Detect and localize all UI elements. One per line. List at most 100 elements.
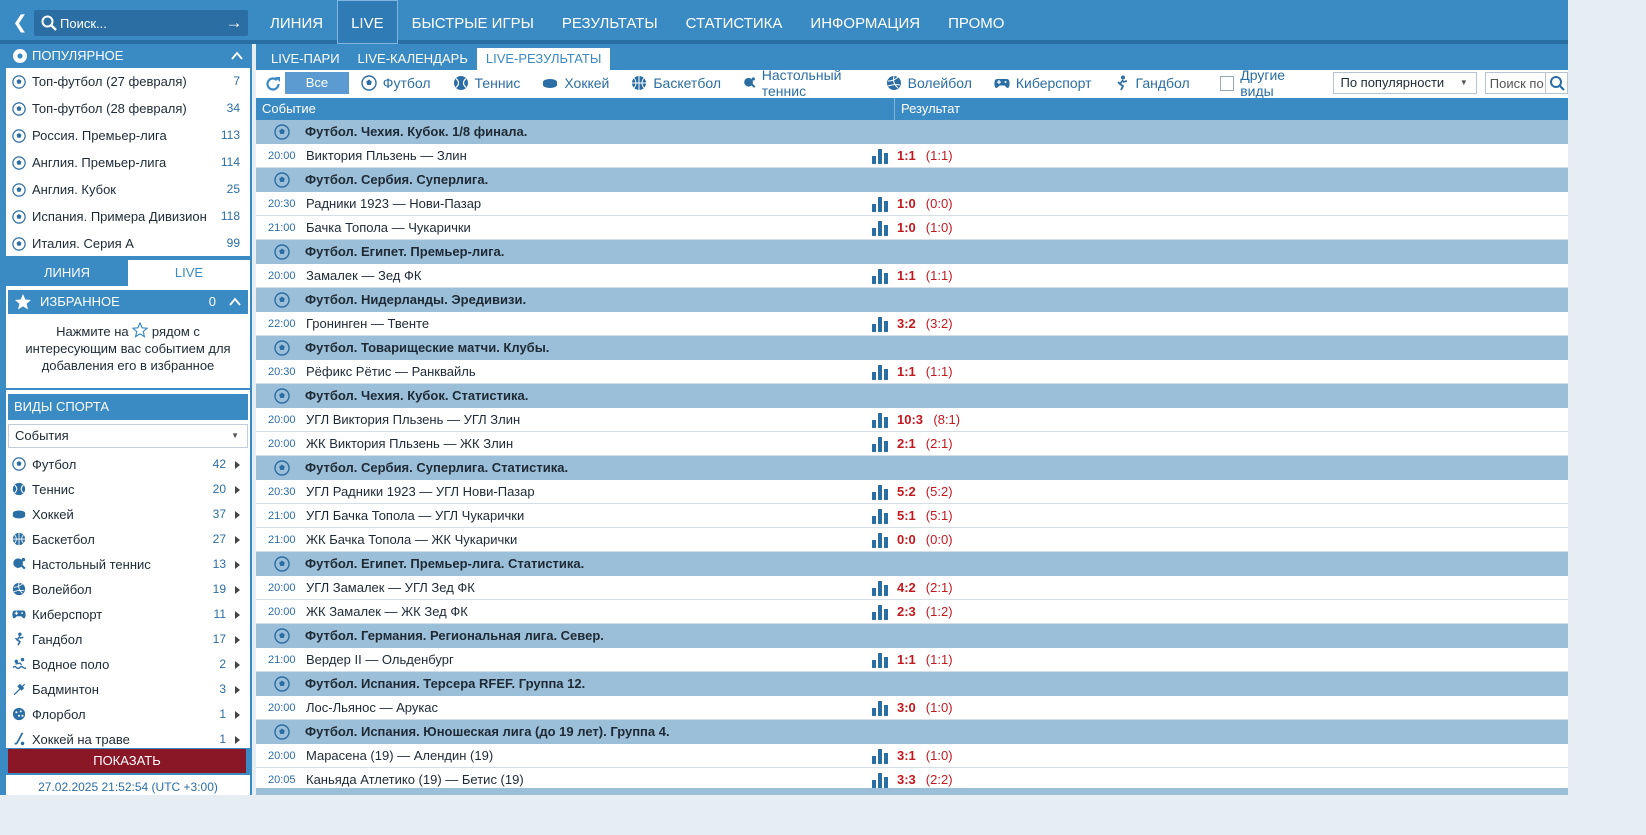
statistics-icon[interactable] — [872, 701, 889, 716]
group-header[interactable]: Футбол. Египет. Премьер-лига. — [256, 240, 1568, 264]
event-row[interactable]: 20:00 УГЛ Виктория Пльзень — УГЛ Злин 10:3… — [256, 408, 1568, 432]
sport-item[interactable]: Гандбол 17 — [6, 627, 250, 652]
popular-item[interactable]: Топ-футбол (28 февраля) 34 — [6, 95, 250, 122]
event-name: Вердер II — Ольденбург — [306, 652, 454, 667]
statistics-icon[interactable] — [872, 149, 889, 164]
sport-item[interactable]: Бадминтон 3 — [6, 677, 250, 702]
nav-item[interactable]: СТАТИСТИКА — [672, 0, 797, 44]
event-row[interactable]: 21:00 Вердер II — Ольденбург 1:1 (1:1) — [256, 648, 1568, 672]
sport-item[interactable]: Волейбол 19 — [6, 577, 250, 602]
event-row[interactable]: 20:00 ЖК Виктория Пльзень — ЖК Злин 2:1 (2:… — [256, 432, 1568, 456]
show-button[interactable]: ПОКАЗАТЬ — [8, 749, 246, 773]
statistics-icon[interactable] — [872, 485, 889, 500]
statistics-icon[interactable] — [872, 773, 889, 788]
statistics-icon[interactable] — [872, 605, 889, 620]
sort-select[interactable]: По популярности ▼ — [1333, 72, 1477, 94]
statistics-icon[interactable] — [872, 437, 889, 452]
statistics-icon[interactable] — [872, 365, 889, 380]
nav-item[interactable]: ИНФОРМАЦИЯ — [796, 0, 934, 44]
event-row[interactable]: 20:30 УГЛ Радники 1923 — УГЛ Нови-Пазар 5:… — [256, 480, 1568, 504]
sport-item[interactable]: Футбол 42 — [6, 452, 250, 477]
filter-sport[interactable]: Хоккей — [536, 67, 609, 99]
nav-item[interactable]: LIVE — [337, 0, 398, 44]
filter-sport[interactable]: Киберспорт — [988, 67, 1092, 99]
search-input[interactable] — [60, 10, 220, 36]
event-row[interactable]: 21:00 Бачка Топола — Чукарички 1:0 (1:0) — [256, 216, 1568, 240]
sport-item[interactable]: Киберспорт 11 — [6, 602, 250, 627]
statistics-icon[interactable] — [872, 317, 889, 332]
back-arrow-icon[interactable]: ❮ — [8, 10, 32, 34]
popular-item[interactable]: Италия. Серия А 99 — [6, 230, 250, 256]
subtab[interactable]: LIVE-ПАРИ — [262, 44, 349, 70]
group-header[interactable]: Футбол. Чехия. Кубок. 1/8 финала. — [256, 120, 1568, 144]
group-header[interactable]: Футбол. Нидерланды. Эредивизи. — [256, 288, 1568, 312]
search-button[interactable] — [1545, 73, 1567, 93]
group-header[interactable]: Футбол. Сербия. Суперлига. Статистика. — [256, 456, 1568, 480]
statistics-icon[interactable] — [872, 749, 889, 764]
group-header[interactable]: Футбол. Германия. Региональная лига. Сев… — [256, 624, 1568, 648]
event-row[interactable]: 20:30 Радники 1923 — Нови-Пазар 1:0 (0:0) — [256, 192, 1568, 216]
popular-item[interactable]: Испания. Примера Дивизион 118 — [6, 203, 250, 230]
statistics-icon[interactable] — [872, 221, 889, 236]
event-row[interactable]: 20:00 ЖК Замалек — ЖК Зед ФК 2:3 (1:2) — [256, 600, 1568, 624]
group-header[interactable]: Футбол. Испания. Терсера RFEF. Группа 12… — [256, 672, 1568, 696]
statistics-icon[interactable] — [872, 581, 889, 596]
popular-item[interactable]: Россия. Премьер-лига 113 — [6, 122, 250, 149]
event-row[interactable]: 20:00 УГЛ Замалек — УГЛ Зед ФК 4:2 (2:1) — [256, 576, 1568, 600]
results-search-input[interactable] — [1485, 73, 1550, 93]
statistics-icon[interactable] — [872, 509, 889, 524]
nav-item[interactable]: ЛИНИЯ — [256, 0, 337, 44]
chevron-up-icon[interactable] — [230, 49, 244, 63]
group-header[interactable]: Футбол. Сербия. Суперлига. — [256, 168, 1568, 192]
tab-live[interactable]: LIVE — [128, 260, 250, 286]
popular-item[interactable]: Топ-футбол (27 февраля) 7 — [6, 68, 250, 95]
popular-header[interactable]: ПОПУЛЯРНОЕ — [6, 44, 250, 68]
search-go-arrow-icon[interactable]: → — [224, 13, 244, 33]
sport-item[interactable]: Водное поло 2 — [6, 652, 250, 677]
nav-item[interactable]: БЫСТРЫЕ ИГРЫ — [398, 0, 548, 44]
filter-sport[interactable]: Футбол — [355, 67, 431, 99]
nav-item[interactable]: РЕЗУЛЬТАТЫ — [548, 0, 672, 44]
statistics-icon[interactable] — [872, 653, 889, 668]
event-row[interactable]: 20:00 Лос-Льянос — Арукас 3:0 (1:0) — [256, 696, 1568, 720]
popular-item-count: 114 — [220, 155, 240, 169]
group-header[interactable]: Футбол. Чехия. Кубок. Статистика. — [256, 384, 1568, 408]
event-row[interactable]: 22:00 Гронинген — Твенте 3:2 (3:2) — [256, 312, 1568, 336]
statistics-icon[interactable] — [872, 413, 889, 428]
statistics-icon[interactable] — [872, 533, 889, 548]
filter-sport[interactable]: Гандбол — [1108, 67, 1190, 99]
sport-item[interactable]: Баскетбол 27 — [6, 527, 250, 552]
filter-sport[interactable]: Баскетбол — [625, 67, 721, 99]
popular-item[interactable]: Англия. Кубок 25 — [6, 176, 250, 203]
filter-sport[interactable]: Волейбол — [880, 67, 972, 99]
filter-all-button[interactable]: Все — [285, 72, 349, 94]
checkbox[interactable] — [1219, 75, 1235, 91]
sport-item[interactable]: Настольный теннис 13 — [6, 552, 250, 577]
event-row[interactable]: 20:00 Замалек — Зед ФК 1:1 (1:1) — [256, 264, 1568, 288]
event-row[interactable]: 20:00 Марасена (19) — Алендин (19) 3:1 (1:0… — [256, 744, 1568, 768]
event-row[interactable]: 20:30 Рёфикс Рётис — Ранквайль 1:1 (1:1) — [256, 360, 1568, 384]
sports-filter-select[interactable]: События ▼ — [8, 424, 248, 448]
results-search — [1484, 72, 1568, 94]
statistics-icon[interactable] — [872, 269, 889, 284]
group-header[interactable]: Футбол. Испания. Юношеская лига (до 19 л… — [256, 720, 1568, 744]
chevron-up-icon[interactable] — [228, 295, 242, 309]
filter-sport[interactable]: Настольный теннис — [737, 67, 864, 99]
event-row[interactable]: 21:00 УГЛ Бачка Топола — УГЛ Чукарички 5:1… — [256, 504, 1568, 528]
sport-item[interactable]: Флорбол 1 — [6, 702, 250, 727]
sport-item[interactable]: Хоккей 37 — [6, 502, 250, 527]
other-sports-checkbox[interactable]: Другие виды — [1219, 67, 1320, 99]
group-header[interactable]: Футбол. Товарищеские матчи. Клубы. — [256, 336, 1568, 360]
sport-item[interactable]: Теннис 20 — [6, 477, 250, 502]
refresh-button[interactable] — [256, 71, 285, 95]
tab-line[interactable]: ЛИНИЯ — [6, 260, 128, 286]
filter-sport[interactable]: Теннис — [447, 67, 520, 99]
favorites-header[interactable]: ИЗБРАННОЕ 0 — [8, 290, 248, 314]
group-header[interactable]: Футбол. Египет. Премьер-лига. Статистика… — [256, 552, 1568, 576]
statistics-icon[interactable] — [872, 197, 889, 212]
filter-sport-label: Киберспорт — [1015, 75, 1092, 91]
nav-item[interactable]: ПРОМО — [934, 0, 1018, 44]
popular-item[interactable]: Англия. Премьер-лига 114 — [6, 149, 250, 176]
event-row[interactable]: 21:00 ЖК Бачка Топола — ЖК Чукарички 0:0 (0… — [256, 528, 1568, 552]
event-row[interactable]: 20:00 Виктория Пльзень — Злин 1:1 (1:1) — [256, 144, 1568, 168]
